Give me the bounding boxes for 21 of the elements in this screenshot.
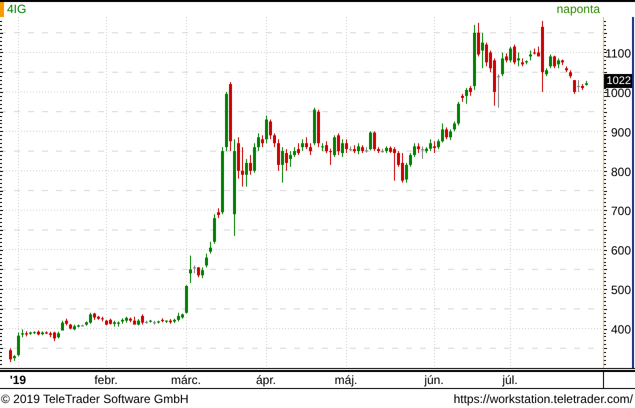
axis-label: 400 bbox=[610, 322, 631, 337]
axis-label: ápr. bbox=[256, 373, 276, 387]
chart-title: 4IG bbox=[7, 2, 26, 16]
axis-label: máj. bbox=[334, 373, 358, 387]
axis-label: 1100 bbox=[605, 46, 631, 60]
axis-label: 900 bbox=[610, 125, 631, 140]
copyright-text: © 2019 TeleTrader Software GmbH bbox=[1, 392, 189, 406]
axis-label: 800 bbox=[610, 164, 631, 179]
axis-label: 500 bbox=[610, 283, 631, 298]
last-price-badge: 1022 bbox=[604, 74, 632, 88]
axis-label: 700 bbox=[610, 204, 631, 218]
website-url: https://workstation.teletrader.com/ bbox=[454, 392, 633, 406]
series-marker bbox=[0, 2, 4, 17]
axis-label: júl. bbox=[502, 373, 518, 387]
axis-label: 1000 bbox=[604, 86, 631, 100]
interval-label: naponta bbox=[556, 2, 600, 16]
axis-label: '19 bbox=[10, 373, 26, 387]
axis-label: 600 bbox=[610, 244, 631, 258]
axis-label: jún. bbox=[424, 373, 444, 387]
axis-label: febr. bbox=[94, 373, 118, 387]
axis-label: márc. bbox=[171, 373, 201, 387]
